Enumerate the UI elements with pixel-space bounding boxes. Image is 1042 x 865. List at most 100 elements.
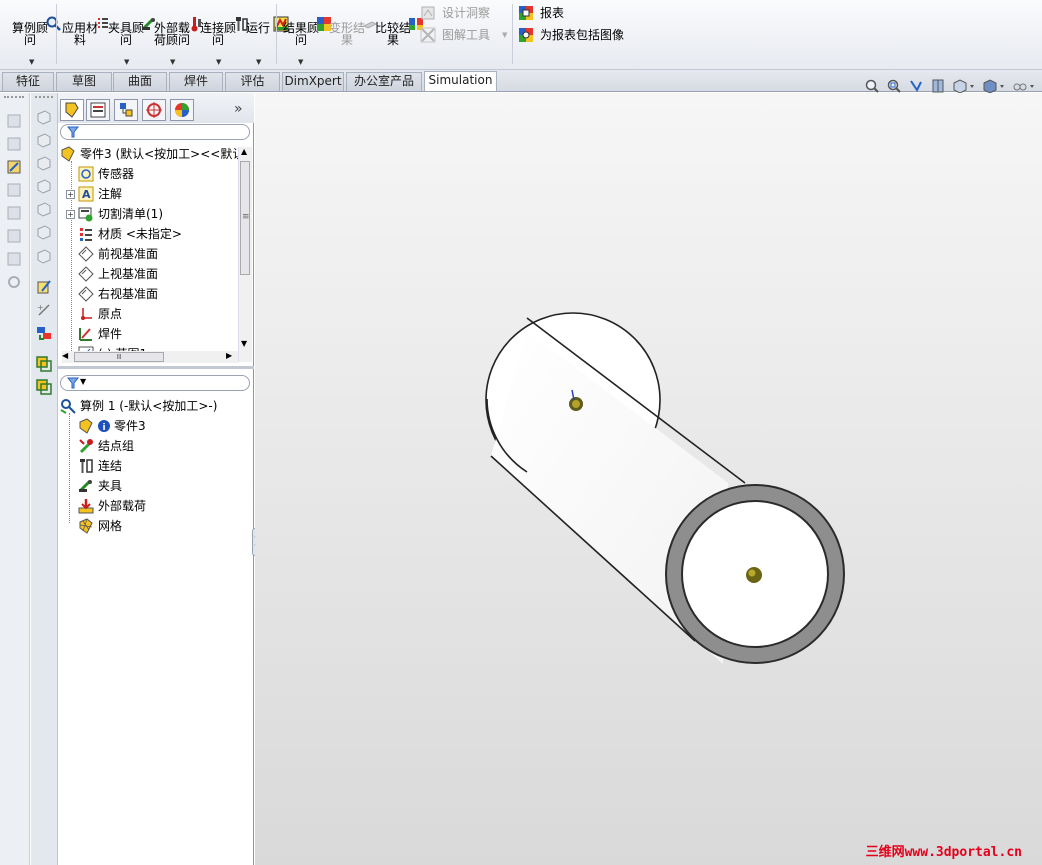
material-icon xyxy=(78,226,94,242)
toolbar-tool-icon[interactable] xyxy=(6,159,22,175)
compare-results-button[interactable]: 比较结 果 xyxy=(375,4,423,46)
scroll-left-arrow[interactable]: ◀ xyxy=(62,351,68,360)
pane-splitter[interactable] xyxy=(58,366,254,369)
tab-simulation[interactable]: Simulation xyxy=(424,71,497,91)
toolbar-tool-icon[interactable] xyxy=(6,274,22,290)
toolbar-grip[interactable] xyxy=(4,96,24,98)
chevron-down-icon[interactable]: ▼ xyxy=(216,58,221,66)
results-advisor-button[interactable]: 结果顾 问 xyxy=(283,4,331,46)
expand-toggle[interactable]: + xyxy=(66,210,75,219)
study-tree-filter[interactable]: ▼ xyxy=(60,375,250,391)
tab-features[interactable]: 特征 xyxy=(2,72,54,91)
chevron-down-icon[interactable]: ▼ xyxy=(298,58,303,66)
scroll-thumb[interactable]: ≡ xyxy=(240,161,250,275)
toolbar-tool-icon[interactable] xyxy=(6,251,22,267)
tree-item-annotations[interactable]: A 注解 xyxy=(78,185,122,202)
tree-item-origin[interactable]: 原点 xyxy=(78,305,122,322)
toolbar-tool-icon[interactable] xyxy=(6,136,22,152)
feature-tree-vertical-scrollbar[interactable]: ▲ ≡ ▼ xyxy=(238,147,252,362)
configuration-manager-tab[interactable] xyxy=(114,99,138,121)
box-icon[interactable] xyxy=(36,178,52,194)
feature-tree-horizontal-scrollbar[interactable]: ◀ Ⅲ ▶ xyxy=(62,351,238,363)
study-item-joint-group[interactable]: 结点组 xyxy=(78,437,134,454)
expand-toggle[interactable]: + xyxy=(66,190,75,199)
feature-tree-root[interactable]: 零件3 (默认<按加工><<默认 xyxy=(60,145,244,162)
scroll-up-arrow[interactable]: ▲ xyxy=(241,147,247,156)
chevron-down-icon[interactable]: ▼ xyxy=(80,377,86,386)
chevron-down-icon[interactable]: ▼ xyxy=(170,58,175,66)
study-item-mesh[interactable]: 网格 xyxy=(78,517,122,534)
toolbar-tool-icon[interactable] xyxy=(6,182,22,198)
hide-show-items-icon[interactable] xyxy=(1012,78,1036,94)
run-button[interactable]: 运行 xyxy=(246,4,289,34)
expand-tabs-icon[interactable]: » xyxy=(234,101,243,117)
tab-sketch[interactable]: 草图 xyxy=(56,72,112,91)
scroll-right-arrow[interactable]: ▶ xyxy=(226,351,232,360)
deformed-result-button[interactable]: 变形结 果 xyxy=(329,4,378,46)
study-item-external-loads[interactable]: 外部载荷 xyxy=(78,497,146,514)
sketch-entities-icon[interactable] xyxy=(36,379,52,395)
dimxpert-manager-tab[interactable] xyxy=(142,99,166,121)
feature-tree-filter[interactable] xyxy=(60,124,250,140)
toolbar-grip[interactable] xyxy=(35,96,53,98)
tab-surfaces[interactable]: 曲面 xyxy=(113,72,167,91)
connections-advisor-button[interactable]: 连接顾 问 xyxy=(200,4,248,46)
box-icon[interactable] xyxy=(36,201,52,217)
svg-text:i: i xyxy=(103,423,106,432)
feature-manager-tab[interactable] xyxy=(60,99,84,121)
tree-item-top-plane[interactable]: 上视基准面 xyxy=(78,265,158,282)
design-insight-button[interactable]: 设计洞察 xyxy=(420,4,490,21)
tree-item-material[interactable]: 材质 <未指定> xyxy=(78,225,182,242)
edit-sketch-icon[interactable] xyxy=(36,279,52,295)
property-manager-tab[interactable] xyxy=(86,99,110,121)
zoom-to-fit-icon[interactable] xyxy=(864,78,880,94)
study-advisor-button[interactable]: 算例顾 问 xyxy=(12,4,61,46)
plot-tools-button[interactable]: 图解工具 xyxy=(420,26,490,43)
tree-item-front-plane[interactable]: 前视基准面 xyxy=(78,245,158,262)
scroll-down-arrow[interactable]: ▼ xyxy=(241,339,247,348)
study-item-part[interactable]: i 零件3 xyxy=(78,417,146,434)
box-icon[interactable] xyxy=(36,132,52,148)
chevron-down-icon[interactable]: ▼ xyxy=(256,58,261,66)
report-button[interactable]: 报表 xyxy=(518,4,564,21)
study-item-connections[interactable]: 连结 xyxy=(78,457,122,474)
tree-item-sensors[interactable]: 传感器 xyxy=(78,165,134,182)
tree-item-right-plane[interactable]: 右视基准面 xyxy=(78,285,158,302)
ribbon-separator xyxy=(512,4,513,64)
tree-item-weldment[interactable]: 焊件 xyxy=(78,325,122,342)
h-scroll-thumb[interactable]: Ⅲ xyxy=(74,352,164,362)
graphics-viewport[interactable] xyxy=(255,93,1042,865)
toolbar-tool-icon[interactable] xyxy=(6,205,22,221)
tree-item-cut-list[interactable]: 切割清单(1) xyxy=(78,205,163,222)
section-view-icon[interactable] xyxy=(930,78,946,94)
toolbar-tool-icon[interactable] xyxy=(6,113,22,129)
svg-text:+: + xyxy=(37,303,44,312)
chevron-down-icon[interactable]: ▼ xyxy=(124,58,129,66)
chevron-down-icon[interactable]: ▼ xyxy=(502,31,507,39)
tab-weldments[interactable]: 焊件 xyxy=(169,72,223,91)
box-icon[interactable] xyxy=(36,248,52,264)
include-image-for-report-button[interactable]: 为报表包括图像 xyxy=(518,26,624,43)
toolbar-tool-icon[interactable] xyxy=(6,228,22,244)
external-loads-advisor-button[interactable]: 外部载 荷顾问 xyxy=(154,4,201,46)
view-orientation-icon[interactable] xyxy=(952,78,976,94)
tab-office-products[interactable]: 办公室产品 xyxy=(346,72,422,91)
fixtures-advisor-button[interactable]: 夹具顾 问 xyxy=(108,4,155,46)
tab-dimxpert[interactable]: DimXpert xyxy=(282,72,344,91)
previous-view-icon[interactable] xyxy=(908,78,924,94)
relations-icon[interactable] xyxy=(36,325,52,341)
display-style-icon[interactable] xyxy=(982,78,1006,94)
tab-evaluate[interactable]: 评估 xyxy=(225,72,280,91)
chevron-down-icon[interactable]: ▼ xyxy=(29,58,34,66)
apply-material-button[interactable]: 应用材 料 xyxy=(62,4,108,46)
box-icon[interactable] xyxy=(36,109,52,125)
smart-dimension-icon[interactable]: + xyxy=(36,302,52,318)
zoom-to-area-icon[interactable] xyxy=(886,78,902,94)
study-tree-root[interactable]: 算例 1 (-默认<按加工>-) xyxy=(60,397,217,414)
display-manager-tab[interactable] xyxy=(170,99,194,121)
study-item-fixtures[interactable]: 夹具 xyxy=(78,477,122,494)
tube-model[interactable] xyxy=(255,93,1042,865)
box-icon[interactable] xyxy=(36,224,52,240)
box-icon[interactable] xyxy=(36,155,52,171)
sketch-entities-icon[interactable] xyxy=(36,356,52,372)
